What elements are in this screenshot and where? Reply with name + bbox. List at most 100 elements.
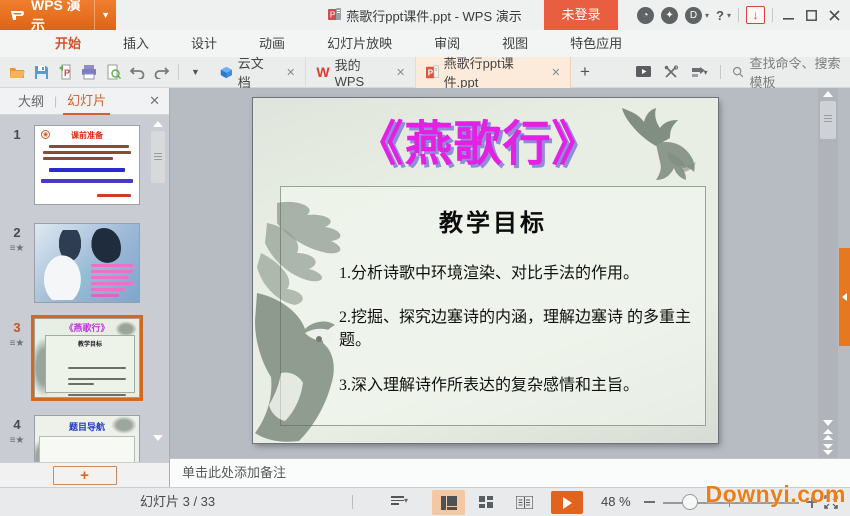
close-tab-icon[interactable]: ✕ [551,66,560,79]
titlebar: WPS 演示 ▼ P 燕歌行ppt课件.ppt - WPS 演示 未登录 ◔ ✦… [0,0,850,33]
download-manager-icon[interactable]: ↓ [746,6,765,24]
open-file-icon[interactable] [8,63,26,81]
statusbar-separator [352,495,353,509]
wps-app-menu-button[interactable]: WPS 演示 ▼ [0,0,116,33]
close-button[interactable] [826,7,842,23]
previous-slide-button[interactable] [818,429,838,440]
tab-insert[interactable]: 插入 [102,30,170,57]
scroll-down-icon[interactable] [823,420,833,426]
tab-special-features[interactable]: 特色应用 [549,30,643,57]
help-caret-icon[interactable]: ▾ [727,11,731,20]
add-slide-button[interactable]: + [52,465,117,485]
thumb4-title: 题目导航 [68,422,105,432]
scrollbar-thumb[interactable] [151,131,165,183]
next-slide-button[interactable] [818,444,838,455]
editor-scrollbar[interactable] [818,88,838,458]
task-pane-handle[interactable] [839,248,850,346]
titlebar-separator [772,8,773,22]
zoom-slider-knob[interactable] [682,494,698,510]
login-button[interactable]: 未登录 [544,0,618,30]
print-preview-icon[interactable] [104,63,122,81]
slide-point[interactable]: 1.分析诗歌中环境渲染、对比手法的作用。 [339,262,699,285]
downyi-watermark: Downyi.com [705,481,846,507]
export-pdf-icon[interactable]: P [56,63,74,81]
tab-design[interactable]: 设计 [170,30,238,57]
redo-icon[interactable] [152,63,170,81]
notes-toggle-button[interactable]: ▾ [391,494,408,507]
undo-icon[interactable] [128,63,146,81]
zoom-out-button[interactable] [644,501,655,503]
slide-thumbnail-4[interactable]: 4 ≡★ 题目导航 [0,415,146,462]
wps-presentation-window: WPS 演示 ▼ P 燕歌行ppt课件.ppt - WPS 演示 未登录 ◔ ✦… [0,0,850,516]
normal-view-icon [440,495,457,510]
slide-thumbnail-3[interactable]: 3 ≡★ 《燕歌行》 教学目标 [0,315,146,401]
slide-thumbnail-1[interactable]: 1 ◉ 课前准备 [0,125,146,205]
eagle-ink-painting [618,106,710,188]
maximize-button[interactable] [803,7,819,23]
slide-thumbnail-2[interactable]: 2 ≡★ [0,223,146,303]
slide-editor-area: 《燕歌行》 教学目标 1.分析诗歌中环境渲染、对比手法的作用。 2.挖掘、探究边… [170,88,850,487]
slide-sorter-icon [479,495,493,508]
slide-point[interactable]: 2.挖掘、探究边塞诗的内涵，理解边塞诗 的多重主题。 [339,306,699,352]
doc-tab-current-file[interactable]: P 燕歌行ppt课件.ppt ✕ [416,56,572,90]
docer-icon[interactable]: D [685,6,703,24]
share-icon[interactable]: ▾ [691,66,708,79]
customize-toolbar-caret-icon[interactable]: ▼ [187,67,204,77]
doc-tab-mywps[interactable]: W 我的WPS ✕ [306,56,417,89]
play-from-current-icon[interactable] [635,65,652,79]
command-search[interactable]: 查找命令、搜索模板 [732,53,850,91]
slide-title[interactable]: 《燕歌行》 [313,104,643,174]
svg-text:P: P [428,68,434,77]
close-tab-icon[interactable]: ✕ [396,66,405,79]
wps-app-menu-caret-icon[interactable]: ▼ [94,0,116,30]
toolbar-separator [178,64,179,80]
minimize-button[interactable] [780,7,796,23]
scrollbar-thumb[interactable] [820,101,836,139]
doc-title-text: 燕歌行ppt课件.ppt - WPS 演示 [346,8,522,24]
slide-number: 4 [13,417,21,432]
slide-counter: 幻灯片 3 / 33 [140,494,216,509]
tab-home[interactable]: 开始 [34,30,102,57]
doc-tab-label: 云文档 [237,56,264,90]
doc-tab-label: 燕歌行ppt课件.ppt [443,56,514,90]
toolbar-separator [719,65,721,79]
tab-slides[interactable]: 幻灯片 [63,88,111,115]
toolbar-right-icons: ▾ 查找命令、搜索模板 [635,53,850,91]
scroll-up-icon[interactable] [823,91,833,97]
slide-thumb-preview-selected[interactable]: 《燕歌行》 教学目标 [31,315,143,401]
slide-points: 1.分析诗歌中环境渲染、对比手法的作用。 2.挖掘、探究边塞诗的内涵，理解边塞诗… [339,262,699,397]
new-tab-button[interactable]: + [571,57,598,88]
search-label: 查找命令、搜索模板 [749,56,841,90]
animation-star-icon: ≡★ [9,243,25,254]
slide-number: 2 [13,225,21,240]
toolbar: P ▼ 云文档 ✕ W 我的WPS ✕ P 燕歌行ppt课件.ppt ✕ + ▾… [0,56,850,90]
reading-view-button[interactable] [508,490,541,515]
skin-theme-icon[interactable]: ◔ [637,6,655,24]
close-tab-icon[interactable]: ✕ [286,66,295,79]
sidebar-scrollbar[interactable] [150,118,166,458]
slide-thumb-preview[interactable]: 题目导航 [34,415,140,462]
scroll-down-icon[interactable] [153,435,163,441]
normal-view-button[interactable] [432,490,465,515]
docer-caret-icon[interactable]: ▾ [705,11,709,20]
slideshow-play-button[interactable] [551,491,583,514]
slide-canvas[interactable]: 《燕歌行》 教学目标 1.分析诗歌中环境渲染、对比手法的作用。 2.挖掘、探究边… [253,98,718,443]
slide-sorter-view-button[interactable] [470,490,503,515]
slide-thumb-preview[interactable] [34,223,140,303]
svg-text:P: P [63,68,69,78]
document-tabs: 云文档 ✕ W 我的WPS ✕ P 燕歌行ppt课件.ppt ✕ + [210,56,599,90]
help-icon[interactable]: ? [716,8,724,23]
slide-point[interactable]: 3.深入理解诗作所表达的复杂感情和主旨。 [339,374,699,397]
print-icon[interactable] [80,63,98,81]
plugin-icon[interactable]: ✦ [661,6,679,24]
slide-thumb-preview[interactable]: ◉ 课前准备 [34,125,140,205]
doc-tab-cloud[interactable]: 云文档 ✕ [210,56,307,90]
notes-caret-icon[interactable]: ▾ [404,496,408,505]
scroll-up-icon[interactable] [153,121,163,127]
save-icon[interactable] [32,63,50,81]
tab-outline[interactable]: 大纲 [14,89,48,114]
share-caret-icon[interactable]: ▾ [704,68,708,77]
sidebar-close-icon[interactable]: ✕ [149,93,160,109]
tab-slideshow[interactable]: 幻灯片放映 [306,30,413,57]
tools-icon[interactable] [664,65,679,79]
